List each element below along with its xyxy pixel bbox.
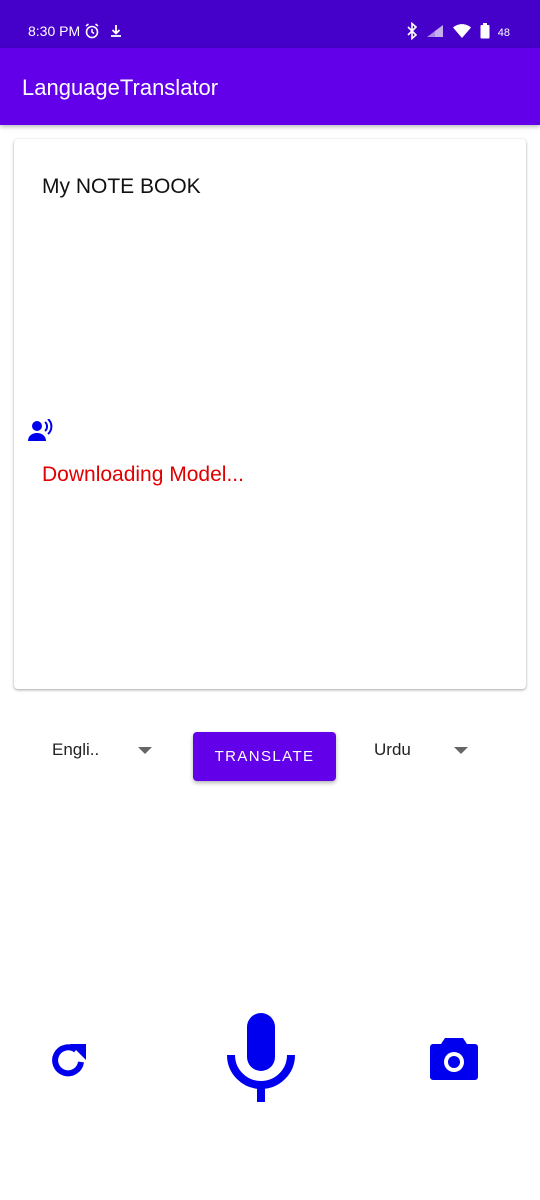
- dropdown-arrow-icon: [454, 747, 468, 754]
- refresh-icon[interactable]: [48, 1040, 90, 1087]
- status-bar: 8:30 PM 48: [0, 0, 540, 48]
- signal-icon: [426, 24, 444, 41]
- target-language-value: Urdu: [374, 740, 411, 759]
- battery-icon: [480, 23, 490, 42]
- source-language-value: Engli..: [52, 740, 100, 759]
- record-voice-icon[interactable]: [28, 418, 56, 448]
- source-language-spinner[interactable]: Engli..: [40, 730, 160, 770]
- bluetooth-icon: [406, 21, 418, 43]
- dropdown-arrow-icon: [138, 747, 152, 754]
- text-card: My NOTE BOOK Downloading Model...: [14, 139, 526, 689]
- status-time: 8:30 PM: [28, 23, 81, 39]
- translate-button[interactable]: TRANSLATE: [193, 732, 336, 781]
- camera-icon[interactable]: [430, 1036, 478, 1085]
- input-text[interactable]: My NOTE BOOK: [42, 175, 201, 199]
- status-right-icons: 48: [406, 21, 510, 43]
- app-title: LanguageTranslator: [22, 75, 219, 100]
- download-status-text: Downloading Model...: [42, 463, 244, 486]
- battery-level: 48: [497, 26, 510, 39]
- alarm-icon: [84, 23, 100, 44]
- target-language-spinner[interactable]: Urdu: [360, 730, 480, 770]
- app-bar: LanguageTranslator: [0, 48, 540, 125]
- download-icon: [108, 23, 124, 44]
- wifi-icon: [452, 23, 472, 42]
- status-left-icons: [84, 23, 124, 44]
- microphone-icon[interactable]: [226, 1013, 296, 1110]
